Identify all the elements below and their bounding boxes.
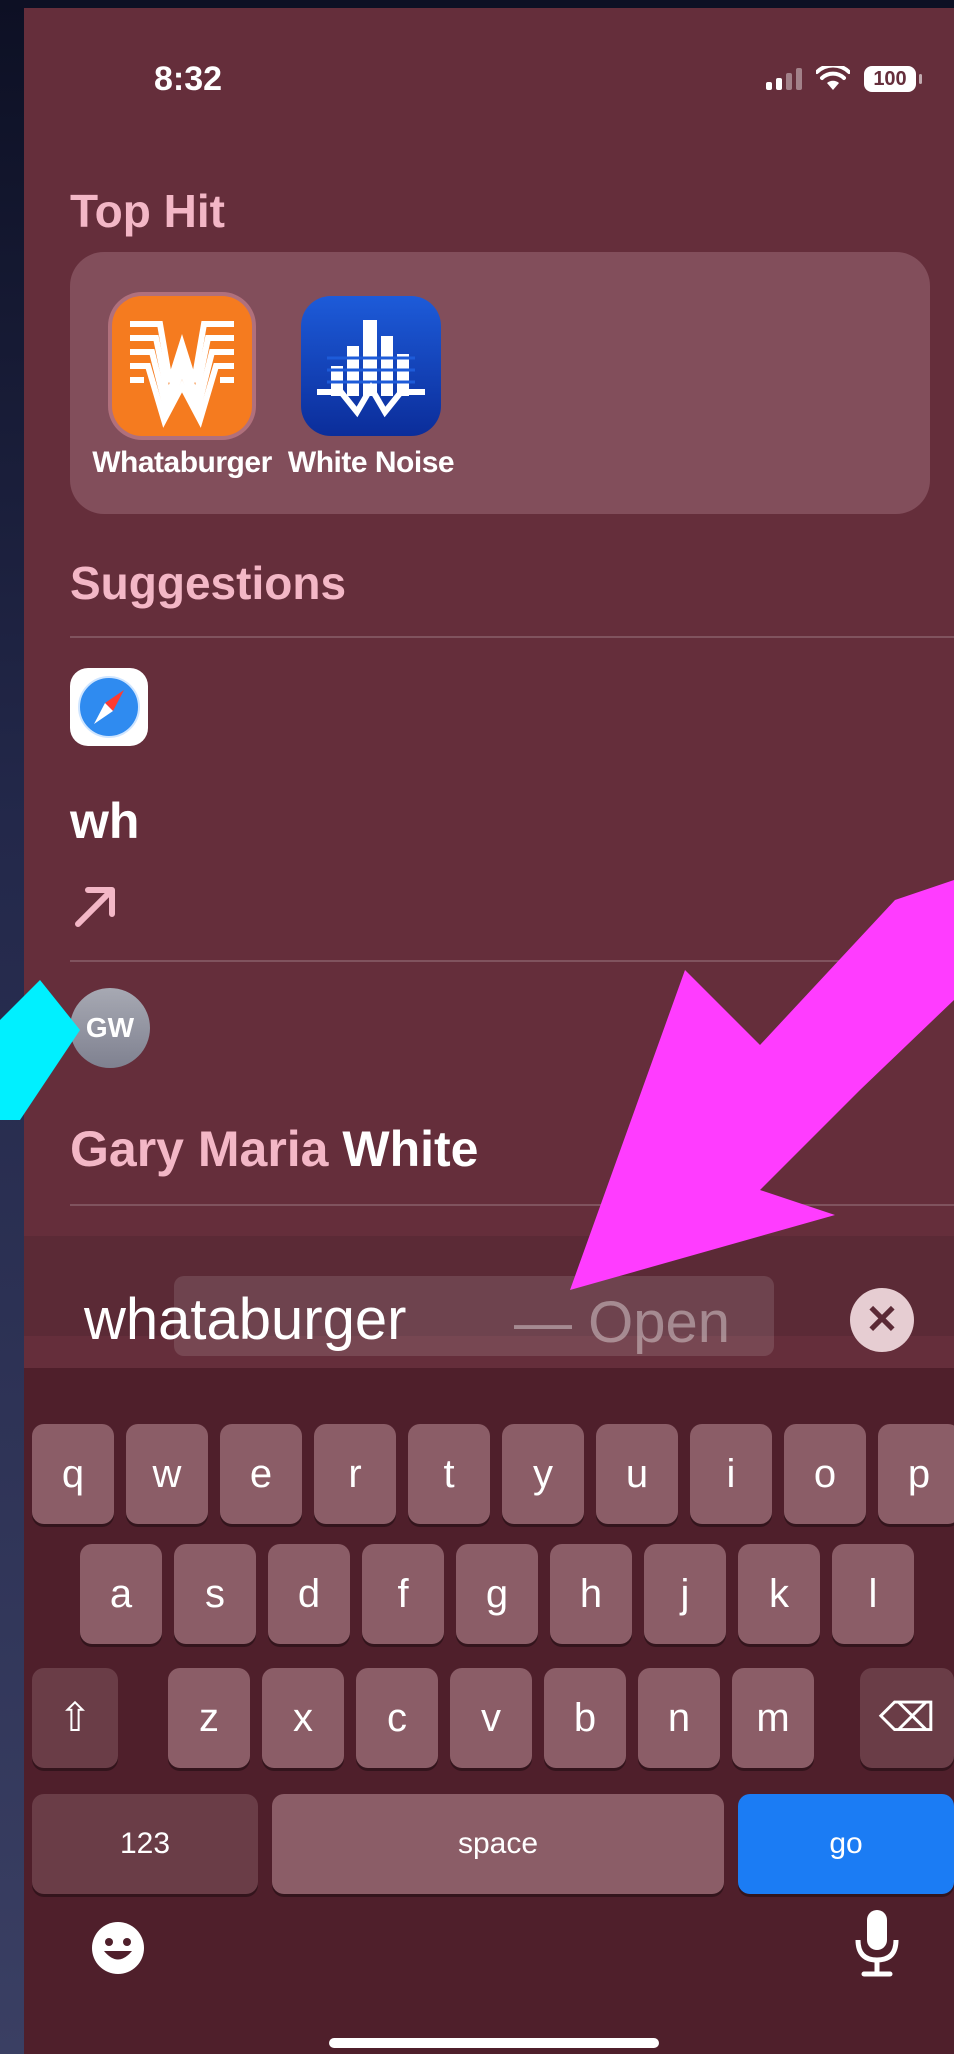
key-i[interactable]: i	[690, 1424, 772, 1524]
keyboard: qwertyuiop asdfghjkl zxcvbnm ⇧ ⌫ 123 space…	[24, 1368, 954, 2054]
contact-name-match: White	[342, 1121, 479, 1177]
home-indicator	[329, 2038, 659, 2048]
key-e[interactable]: e	[220, 1424, 302, 1524]
key-u[interactable]: u	[596, 1424, 678, 1524]
whataburger-icon	[112, 296, 252, 436]
key-d[interactable]: d	[268, 1544, 350, 1644]
app-white-noise[interactable]: White Noise	[286, 296, 456, 480]
signal-icon	[766, 68, 802, 90]
key-j[interactable]: j	[644, 1544, 726, 1644]
key-z[interactable]: z	[168, 1668, 250, 1768]
key-w[interactable]: w	[126, 1424, 208, 1524]
app-whataburger[interactable]: Whataburger	[84, 296, 280, 480]
key-y[interactable]: y	[502, 1424, 584, 1524]
key-k[interactable]: k	[738, 1544, 820, 1644]
safari-icon[interactable]	[70, 668, 148, 746]
shift-key[interactable]: ⇧	[32, 1668, 118, 1768]
battery-icon: 100	[864, 66, 922, 92]
key-m[interactable]: m	[732, 1668, 814, 1768]
divider	[70, 1204, 954, 1206]
key-x[interactable]: x	[262, 1668, 344, 1768]
contact-name[interactable]: Gary Maria White	[70, 1120, 478, 1178]
delete-key[interactable]: ⌫	[860, 1668, 954, 1768]
search-input[interactable]: whataburger	[84, 1286, 406, 1353]
app-label-whataburger: Whataburger	[92, 446, 272, 479]
status-time: 8:32	[154, 60, 223, 98]
status-bar: 8:32 100	[24, 48, 954, 108]
key-r[interactable]: r	[314, 1424, 396, 1524]
top-hit-heading: Top Hit	[70, 185, 225, 237]
suggestions-heading: Suggestions	[70, 557, 347, 609]
microphone-icon[interactable]	[850, 1908, 904, 1978]
divider	[70, 636, 954, 638]
top-hit-card: Whataburger White Noise	[70, 252, 930, 514]
white-noise-icon	[301, 296, 441, 436]
key-o[interactable]: o	[784, 1424, 866, 1524]
arrow-up-right-icon	[75, 887, 115, 927]
web-suggestion-query[interactable]: wh	[70, 792, 139, 850]
numbers-key[interactable]: 123	[32, 1794, 258, 1894]
divider	[70, 960, 954, 962]
key-l[interactable]: l	[832, 1544, 914, 1644]
contact-name-highlight: Gary Maria	[70, 1121, 343, 1177]
app-label-white-noise: White Noise	[287, 446, 455, 479]
wifi-icon	[816, 66, 850, 90]
key-t[interactable]: t	[408, 1424, 490, 1524]
contact-avatar[interactable]: GW	[70, 988, 150, 1068]
key-g[interactable]: g	[456, 1544, 538, 1644]
go-key[interactable]: go	[738, 1794, 954, 1894]
autocomplete-suggestion[interactable]: — Open	[514, 1289, 730, 1356]
key-a[interactable]: a	[80, 1544, 162, 1644]
space-key[interactable]: space	[272, 1794, 724, 1894]
phone-screen: 8:32 100 Top Hit Whataburger White Noise…	[24, 8, 954, 2054]
emoji-icon[interactable]	[90, 1920, 146, 1976]
search-bar[interactable]: whataburger — Open ✕	[24, 1236, 954, 1356]
key-f[interactable]: f	[362, 1544, 444, 1644]
key-p[interactable]: p	[878, 1424, 954, 1524]
status-icons: 100	[766, 66, 922, 92]
key-b[interactable]: b	[544, 1668, 626, 1768]
key-q[interactable]: q	[32, 1424, 114, 1524]
key-h[interactable]: h	[550, 1544, 632, 1644]
key-c[interactable]: c	[356, 1668, 438, 1768]
key-s[interactable]: s	[174, 1544, 256, 1644]
clear-search-button[interactable]: ✕	[850, 1288, 914, 1352]
key-n[interactable]: n	[638, 1668, 720, 1768]
key-v[interactable]: v	[450, 1668, 532, 1768]
